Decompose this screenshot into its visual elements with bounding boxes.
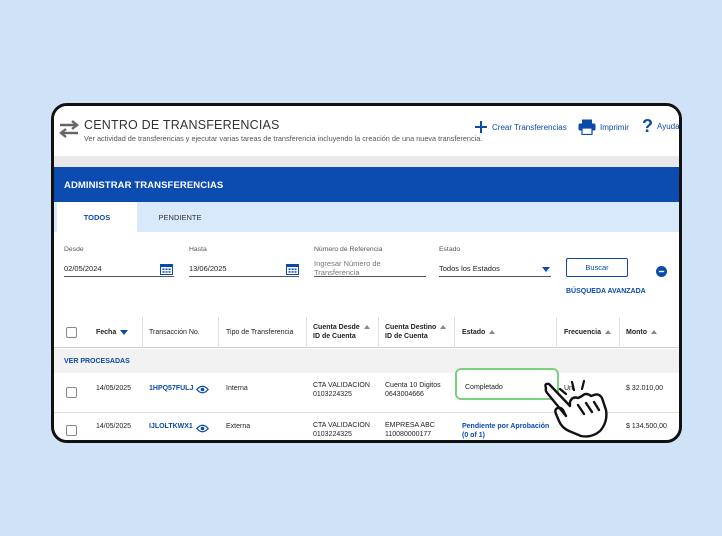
estado-label: Estado	[439, 246, 461, 253]
cell-cuenta-destino: Cuenta 10 Digitos 0643004666	[385, 381, 441, 399]
column-cuenta-desde[interactable]: Cuenta Desde ID de Cuenta	[313, 323, 370, 341]
cuenta-desde-nombre: CTA VALIDACION	[313, 382, 370, 389]
plus-icon	[475, 121, 487, 133]
sort-desc-icon	[120, 329, 129, 335]
cell-cuenta-desde: CTA VALIDACION 0103224325	[313, 421, 370, 439]
column-frecuencia[interactable]: Frecuencia	[564, 328, 611, 337]
sort-asc-icon	[363, 325, 370, 330]
header-divider	[54, 156, 679, 167]
tab-todos[interactable]: TODOS	[57, 202, 137, 232]
cuenta-desde-nombre: CTA VALIDACION	[313, 422, 370, 429]
status-completado: Completado	[465, 384, 503, 391]
row-checkbox[interactable]	[66, 425, 77, 436]
tabs-bar: TODOS PENDIENTE	[54, 202, 679, 232]
sort-asc-icon	[651, 330, 657, 335]
cuenta-desde-id: 0103224325	[313, 431, 352, 438]
column-monto-label: Monto	[626, 329, 647, 336]
cuenta-destino-id: 0643004666	[385, 391, 424, 398]
column-transaccion[interactable]: Transacción No.	[149, 328, 200, 337]
sort-asc-icon	[604, 330, 611, 335]
pointing-hand-icon	[544, 379, 608, 438]
page-subtitle: Ver actividad de transferencias y ejecut…	[84, 134, 483, 143]
collapse-minus-icon[interactable]	[656, 266, 667, 277]
ver-procesadas-label[interactable]: VER PROCESADAS	[64, 358, 130, 365]
tab-pendiente[interactable]: PENDIENTE	[140, 202, 220, 232]
device-frame: CENTRO DE TRANSFERENCIAS Ver actividad d…	[51, 103, 682, 443]
column-divider	[306, 317, 307, 348]
calendar-icon[interactable]	[286, 263, 299, 275]
chevron-down-icon	[542, 267, 550, 272]
cell-monto: $ 134.500,00	[626, 423, 667, 430]
column-divider	[556, 317, 557, 348]
desde-label: Desde	[64, 246, 84, 253]
hasta-date-field[interactable]: 13/06/2025	[189, 260, 299, 277]
cell-monto: $ 32.010,00	[626, 385, 663, 392]
column-monto[interactable]: Monto	[626, 328, 657, 337]
cell-tipo: Interna	[226, 385, 248, 392]
column-cuenta-destino-label: Cuenta Destino	[385, 324, 437, 331]
row-checkbox[interactable]	[66, 387, 77, 398]
calendar-icon[interactable]	[160, 263, 173, 275]
select-all-checkbox[interactable]	[66, 327, 77, 338]
column-divider	[378, 317, 379, 348]
column-cuenta-destino-id-label: ID de Cuenta	[385, 333, 428, 340]
column-cuenta-desde-id-label: ID de Cuenta	[313, 333, 356, 340]
help-label: Ayuda	[657, 121, 679, 131]
cuenta-destino-nombre: EMPRESA ABC	[385, 422, 435, 429]
column-divider	[142, 317, 143, 348]
print-button[interactable]: Imprimir	[578, 119, 629, 135]
admin-title: ADMINISTRAR TRANSFERENCIAS	[64, 180, 224, 191]
create-transfer-button[interactable]: Crear Transferencias	[474, 120, 567, 134]
status-pendiente-label: Pendiente por Aprobación	[462, 423, 550, 430]
page-header: CENTRO DE TRANSFERENCIAS Ver actividad d…	[54, 106, 679, 156]
admin-banner: ADMINISTRAR TRANSFERENCIAS	[54, 167, 679, 202]
status-approval-count: (0 of 1)	[462, 432, 485, 439]
cuenta-destino-nombre: Cuenta 10 Digitos	[385, 382, 441, 389]
column-divider	[218, 317, 219, 348]
referencia-input[interactable]: Ingresar Número de Transferencia	[314, 259, 426, 277]
sort-asc-icon	[440, 325, 447, 330]
create-transfer-label: Crear Transferencias	[492, 122, 567, 132]
cell-cuenta-destino: EMPRESA ABC 110080000177	[385, 421, 435, 439]
advanced-search-link[interactable]: BÚSQUEDA AVANZADA	[566, 288, 646, 295]
column-fecha[interactable]: Fecha	[96, 328, 129, 337]
hasta-label: Hasta	[189, 246, 207, 253]
referencia-label: Número de Referencia	[314, 246, 383, 253]
column-fecha-label: Fecha	[96, 329, 117, 336]
cuenta-desde-id: 0103224325	[313, 391, 352, 398]
column-divider	[454, 317, 455, 348]
cell-fecha: 14/05/2025	[96, 423, 132, 430]
question-mark-icon: ?	[642, 116, 653, 136]
column-estado-label: Estado	[462, 329, 486, 336]
transaction-link[interactable]: IJLOLTKWX1	[149, 422, 193, 431]
cell-tipo: Externa	[226, 423, 251, 430]
page-title: CENTRO DE TRANSFERENCIAS	[84, 118, 280, 132]
transfer-swap-icon	[59, 120, 79, 138]
column-estado[interactable]: Estado	[462, 328, 496, 337]
print-label: Imprimir	[600, 122, 629, 132]
cell-fecha: 14/05/2025	[96, 385, 132, 392]
sort-asc-icon	[489, 330, 496, 335]
column-frecuencia-label: Frecuencia	[564, 329, 601, 336]
app-screen: CENTRO DE TRANSFERENCIAS Ver actividad d…	[54, 106, 679, 440]
desde-date-field[interactable]: 02/05/2024	[64, 260, 174, 277]
cell-cuenta-desde: CTA VALIDACION 0103224325	[313, 381, 370, 399]
column-cuenta-desde-label: Cuenta Desde	[313, 324, 360, 331]
column-tipo[interactable]: Tipo de Transferencia	[226, 328, 293, 337]
section-header: VER PROCESADAS	[54, 349, 679, 373]
printer-icon	[578, 119, 596, 135]
help-button[interactable]: ? Ayuda	[642, 117, 679, 135]
column-cuenta-destino[interactable]: Cuenta Destino ID de Cuenta	[385, 323, 447, 341]
transaction-link[interactable]: 1HPQ57FULJ	[149, 384, 193, 393]
buscar-button[interactable]: Buscar	[566, 258, 628, 277]
cuenta-destino-id: 110080000177	[385, 431, 432, 438]
eye-icon[interactable]	[196, 424, 209, 433]
column-divider	[619, 317, 620, 348]
status-pendiente-link[interactable]: Pendiente por Aprobación (0 of 1)	[462, 422, 549, 440]
eye-icon[interactable]	[196, 385, 209, 394]
estado-select[interactable]: Todos los Estados	[439, 260, 551, 277]
